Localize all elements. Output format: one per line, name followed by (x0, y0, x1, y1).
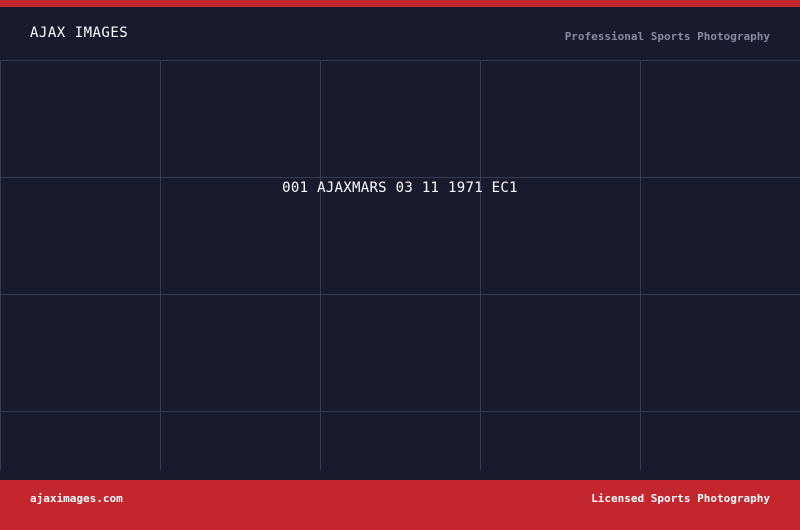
grid-line (320, 60, 321, 470)
grid-line (0, 177, 800, 178)
photo-placeholder-grid (0, 60, 800, 470)
footer-gap (0, 470, 800, 480)
brand-name: AJAX IMAGES (30, 25, 129, 41)
top-accent-strip (0, 0, 800, 7)
header: AJAX IMAGES Professional Sports Photogra… (0, 7, 800, 60)
grid-line (160, 60, 161, 470)
grid-line (0, 411, 800, 412)
header-tagline: Professional Sports Photography (564, 30, 770, 43)
grid-line (0, 60, 1, 470)
grid-line (640, 60, 641, 470)
grid-line (0, 294, 800, 295)
grid-line (480, 60, 481, 470)
photo-caption: 001 AJAXMARS 03 11 1971 EC1 (282, 180, 518, 196)
footer-website-link[interactable]: ajaximages.com (30, 492, 123, 506)
grid-line (0, 60, 800, 61)
footer-tagline: Licensed Sports Photography (591, 492, 770, 505)
footer: ajaximages.com Licensed Sports Photograp… (0, 480, 800, 530)
